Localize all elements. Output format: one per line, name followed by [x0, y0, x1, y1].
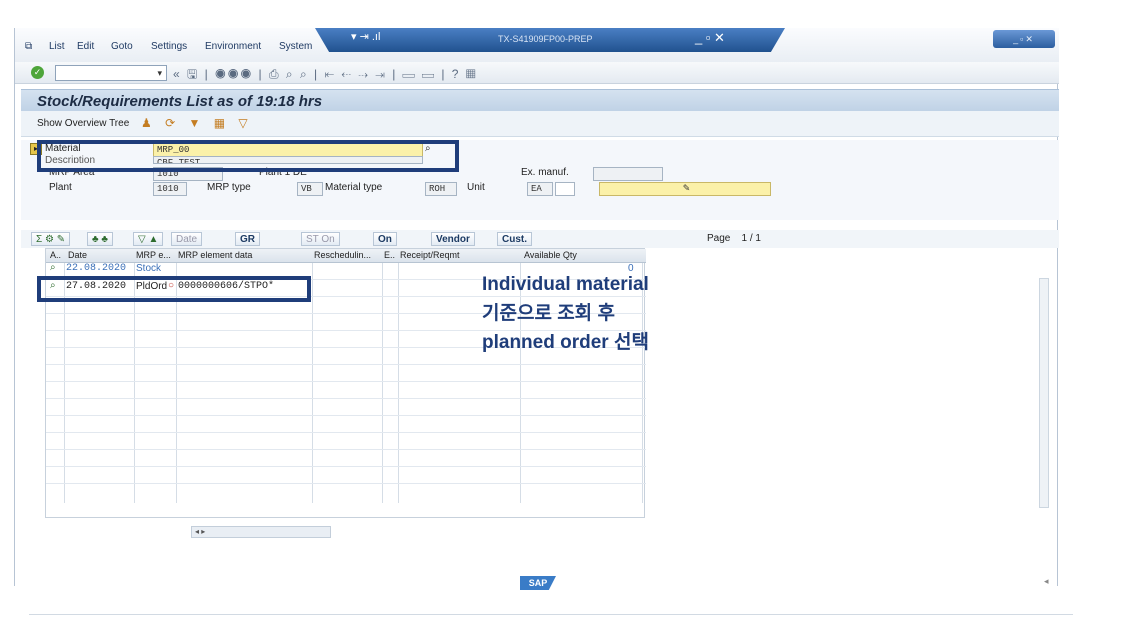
col-mrp-element-data[interactable]: MRP element data: [178, 250, 252, 260]
ex-manuf-label: Ex. manuf.: [521, 167, 569, 178]
menu-edit[interactable]: Edit: [77, 41, 94, 52]
horizontal-scrollbar[interactable]: ◂ ▸: [191, 526, 331, 538]
outer-window-buttons-icon[interactable]: _▫✕: [993, 30, 1055, 48]
grid-tools-icon[interactable]: Σ ⚙ ✎: [31, 232, 71, 246]
menu-settings[interactable]: Settings: [151, 41, 187, 52]
app-toolbar-icons[interactable]: ♟ ⟳ ▼ ▦ ▽: [141, 116, 253, 130]
command-field[interactable]: ▾: [55, 65, 167, 81]
grid-toolbar: Σ ⚙ ✎ ♣ ♣ ▽ ▲ Date GR ST On On Vendor Cu…: [21, 230, 1059, 248]
page-title: Stock/Requirements List as of 19:18 hrs: [37, 93, 323, 110]
annotation-line-3: planned order 선택: [482, 332, 649, 353]
page-number: 1 / 1: [741, 233, 761, 244]
plant-field: 1010: [153, 182, 187, 196]
ex-manuf-field: [593, 167, 663, 181]
plant-label: Plant: [49, 182, 72, 193]
annotation-line-2: 기준으로 조회 후: [482, 303, 615, 324]
highlight-box-planned-order: [37, 276, 311, 302]
grid-header: A.. Date MRP e... MRP element data Resch…: [46, 249, 646, 263]
detail-icon[interactable]: ⌕: [50, 262, 56, 273]
menu-environment[interactable]: Environment: [205, 41, 261, 52]
mrp-type-field: VB: [297, 182, 323, 196]
page-text: Page: [707, 233, 731, 244]
grid-line: [46, 466, 646, 467]
date-button[interactable]: Date: [171, 232, 203, 246]
on-button[interactable]: On: [373, 232, 397, 246]
grid-line: [382, 263, 383, 503]
status-bar: [29, 614, 1073, 615]
st-on-button[interactable]: ST On: [301, 232, 340, 246]
show-overview-tree-button[interactable]: Show Overview Tree: [37, 118, 129, 129]
cust-button[interactable]: Cust.: [497, 232, 532, 246]
title-area: Stock/Requirements List as of 19:18 hrs: [21, 89, 1059, 111]
instruction-annotation: Individual material 기준으로 조회 후 planned or…: [482, 270, 649, 357]
col-receipt-reqmt[interactable]: Receipt/Reqmt: [400, 250, 460, 260]
grid-line: [46, 381, 646, 382]
grid-line: [46, 483, 646, 484]
signal-icon: ▾ ⇥ .ıl: [351, 31, 381, 43]
toolbar-icons[interactable]: « 🖫 | ◉◉◉ | ⎙ ⌕ ⌕ | ⇤ ⇠ ⇢ ⇥ | ▭ ▭ | ? ▦: [173, 65, 478, 86]
grid-expand-icon[interactable]: ♣ ♣: [87, 232, 113, 246]
highlight-box-material: [37, 140, 459, 172]
row-date: 22.08.2020: [66, 263, 127, 274]
col-date[interactable]: Date: [68, 250, 87, 260]
mrp-type-label: MRP type: [207, 182, 251, 193]
menu-icon[interactable]: ⧉: [25, 41, 32, 52]
enter-icon[interactable]: ✓: [31, 66, 44, 79]
vendor-button[interactable]: Vendor: [431, 232, 475, 246]
system-toolbar: ✓ ▾ « 🖫 | ◉◉◉ | ⎙ ⌕ ⌕ | ⇤ ⇠ ⇢ ⇥ | ▭ ▭ | …: [15, 62, 1059, 84]
resize-corner-icon[interactable]: ◂: [1044, 576, 1049, 587]
grid-line: [46, 432, 646, 433]
edit-note-icon[interactable]: ✎: [599, 182, 771, 196]
vertical-scrollbar[interactable]: [1039, 278, 1049, 508]
grid-line: [398, 263, 399, 503]
window-controls-icon[interactable]: _ ▫ ✕: [695, 30, 725, 46]
grid-line: [46, 398, 646, 399]
menu-goto[interactable]: Goto: [111, 41, 133, 52]
row-element: Stock: [136, 263, 162, 274]
grid-filter-icon[interactable]: ▽ ▲: [133, 232, 164, 246]
grid-line: [312, 263, 313, 503]
col-a[interactable]: A..: [50, 250, 61, 260]
col-e[interactable]: E..: [384, 250, 395, 260]
grid-line: [46, 364, 646, 365]
grid-line: [46, 415, 646, 416]
unit-extra-field: [555, 182, 575, 196]
sap-logo: SAP: [520, 576, 556, 590]
col-rescheduling[interactable]: Reschedulin...: [314, 250, 371, 260]
grid-line: [46, 449, 646, 450]
col-mrp-element[interactable]: MRP e...: [136, 250, 171, 260]
application-toolbar: Show Overview Tree ♟ ⟳ ▼ ▦ ▽: [21, 111, 1059, 137]
unit-field: EA: [527, 182, 553, 196]
menu-system[interactable]: System: [279, 41, 312, 52]
material-type-label: Material type: [325, 182, 383, 193]
menu-bar: ⧉ List Edit Goto Settings Environment Sy…: [15, 28, 1059, 62]
window-title: TX-S41909FP00-PREP: [498, 34, 593, 44]
page-label: Page 1 / 1: [707, 233, 761, 244]
menu-list[interactable]: List: [49, 41, 65, 52]
material-type-field: ROH: [425, 182, 457, 196]
annotation-line-1: Individual material: [482, 274, 649, 295]
col-available-qty[interactable]: Available Qty: [524, 250, 577, 260]
unit-label: Unit: [467, 182, 485, 193]
title-bar: ▾ ⇥ .ıl TX-S41909FP00-PREP _ ▫ ✕: [315, 28, 785, 52]
gr-button[interactable]: GR: [235, 232, 260, 246]
